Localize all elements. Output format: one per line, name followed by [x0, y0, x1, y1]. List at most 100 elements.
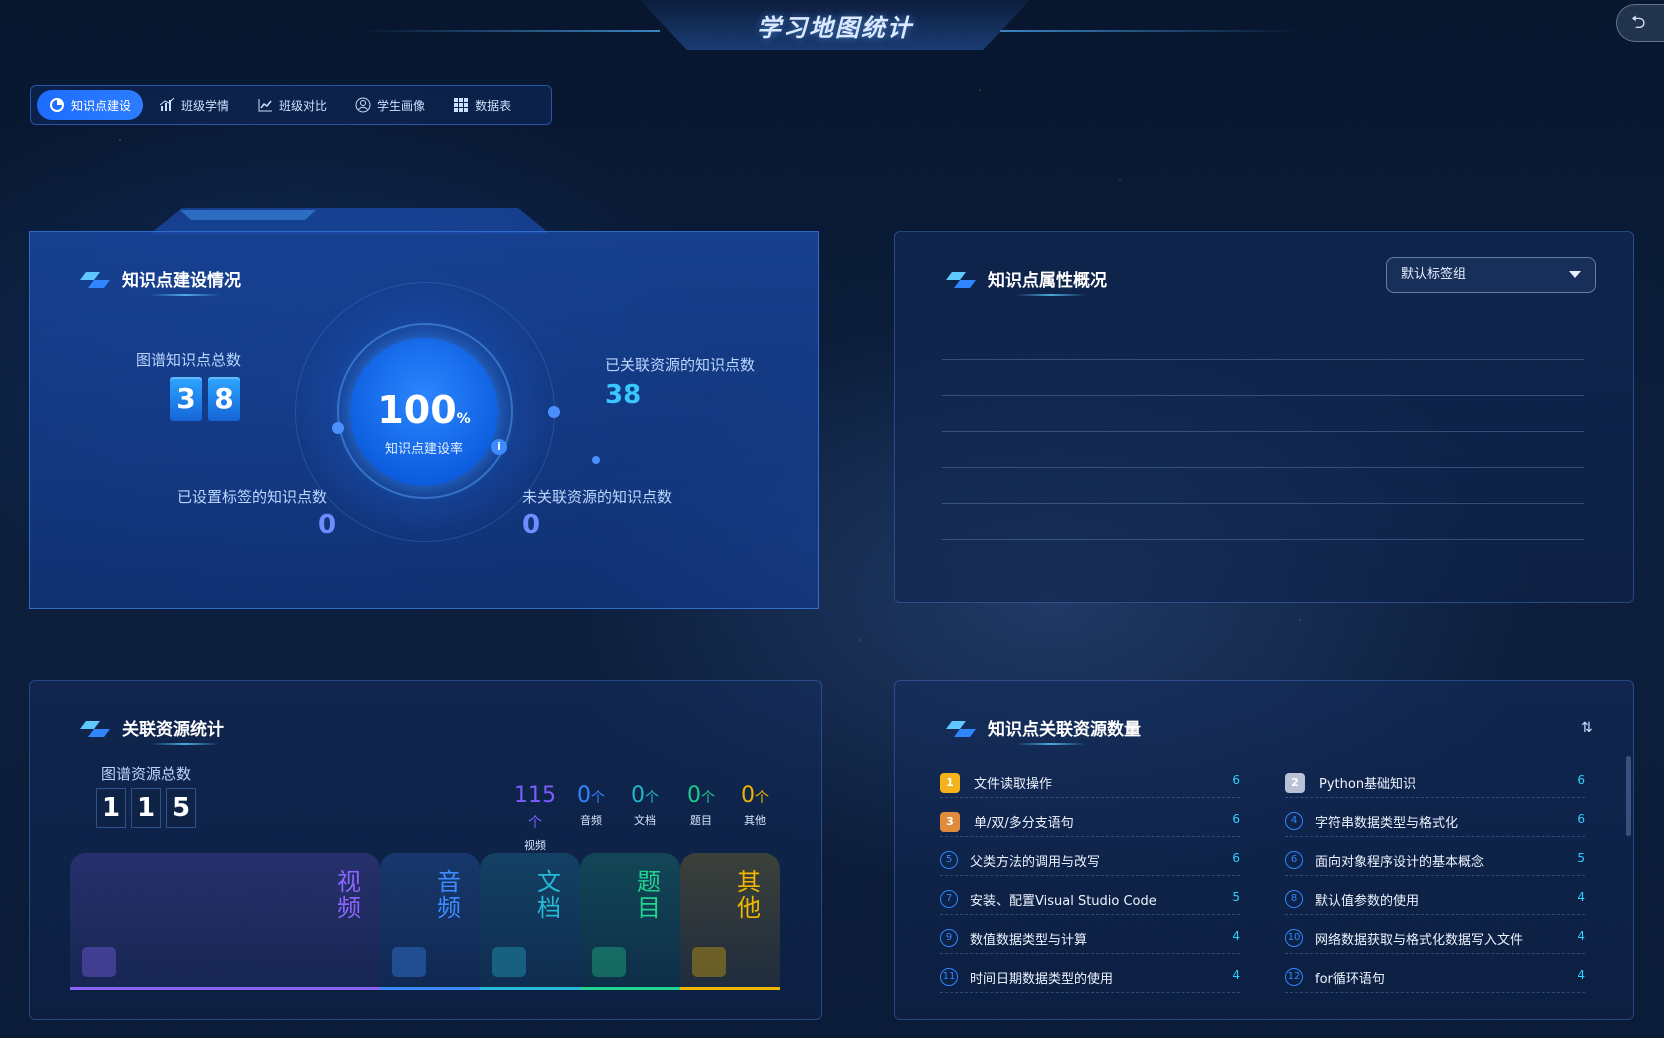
resource-stat-value: 0个 [577, 783, 605, 808]
grid-line [942, 539, 1584, 540]
total-resources-label: 图谱资源总数 [101, 765, 192, 783]
ranking-item-name: 字符串数据类型与格式化 [1315, 816, 1459, 831]
ranking-item[interactable]: 6 面向对象程序设计的基本概念 5 [1285, 848, 1585, 876]
linked-knowledge-value: 38 [605, 380, 642, 410]
orbit-dot [332, 422, 344, 434]
tab-data-table[interactable]: 数据表 [441, 90, 523, 120]
chevron-down-icon [1569, 271, 1581, 278]
ranking-item-name: 默认值参数的使用 [1315, 894, 1420, 909]
resource-card-name: 其他 [737, 868, 761, 922]
total-knowledge-label: 图谱知识点总数 [136, 351, 242, 369]
resource-stat-label: 文档 [634, 814, 656, 827]
resource-card-icon [82, 947, 116, 977]
pie-icon [50, 98, 64, 112]
unlinked-knowledge-label: 未关联资源的知识点数 [522, 488, 673, 506]
ranking-item[interactable]: 9 数值数据类型与计算 4 [940, 926, 1240, 954]
resource-stat-label: 视频 [524, 839, 546, 852]
panel-title-text: 知识点关联资源数量 [988, 720, 1141, 740]
panel-title-text: 知识点建设情况 [122, 271, 241, 291]
panel-title-icon [80, 268, 112, 290]
panel-title-text: 关联资源统计 [122, 720, 224, 740]
back-button[interactable]: ⮌ [1616, 4, 1664, 42]
digit: 3 [170, 377, 202, 421]
tab-class-learning[interactable]: 班级学情 [147, 90, 241, 120]
ranking-item[interactable]: 4 字符串数据类型与格式化 6 [1285, 809, 1585, 837]
grid-line [942, 359, 1584, 360]
tab-class-compare[interactable]: 班级对比 [245, 90, 339, 120]
title-underline [150, 743, 220, 745]
rank-badge: 1 [940, 773, 960, 793]
resource-stat-label: 题目 [690, 814, 712, 827]
resource-stat-label: 音频 [580, 814, 602, 827]
resource-card-name: 题目 [637, 868, 661, 922]
page-title: 学习地图统计 [757, 14, 913, 42]
tab-label: 知识点建设 [71, 98, 132, 113]
ranking-item[interactable]: 11 时间日期数据类型的使用 4 [940, 965, 1240, 993]
knowledge-resource-ranking-title: 知识点关联资源数量 [946, 715, 1141, 740]
knowledge-attributes-title: 知识点属性概况 [946, 266, 1107, 291]
ranking-scrollbar[interactable] [1626, 756, 1631, 836]
user-circle-icon [355, 97, 371, 113]
ranking-item-name: 时间日期数据类型的使用 [970, 972, 1114, 987]
ranking-item-count: 6 [1232, 812, 1240, 826]
resource-card-underline [70, 987, 380, 990]
resource-card-icon [692, 947, 726, 977]
resource-card-icon [492, 947, 526, 977]
resource-card-name: 视频 [337, 868, 361, 922]
info-icon[interactable]: i [491, 439, 507, 455]
ranking-item[interactable]: 2 Python基础知识 6 [1285, 770, 1585, 798]
tab-knowledge-build[interactable]: 知识点建设 [37, 90, 144, 120]
ranking-item-count: 4 [1232, 929, 1240, 943]
ranking-item-name: 面向对象程序设计的基本概念 [1315, 855, 1485, 870]
ranking-item[interactable]: 5 父类方法的调用与改写 6 [940, 848, 1240, 876]
ranking-item[interactable]: 10 网络数据获取与格式化数据写入文件 4 [1285, 926, 1585, 954]
resource-stat-value: 0个 [631, 783, 659, 808]
rank-badge: 8 [1285, 890, 1303, 908]
title-underline [1016, 294, 1086, 296]
panel-title-icon [946, 717, 978, 739]
ranking-item-name: for循环语句 [1315, 972, 1385, 987]
total-knowledge-digits: 38 [170, 377, 246, 421]
unlinked-knowledge-value: 0 [522, 510, 541, 540]
ranking-item[interactable]: 3 单/双/多分支语句 6 [940, 809, 1240, 837]
ranking-item-name: 网络数据获取与格式化数据写入文件 [1315, 933, 1524, 948]
tag-group-select[interactable]: 默认标签组 [1386, 257, 1596, 293]
resource-stat: 115个 视频 [510, 783, 560, 853]
build-rate-label: 知识点建设率 [384, 442, 463, 457]
ranking-item[interactable]: 7 安装、配置Visual Studio Code 5 [940, 887, 1240, 915]
back-icon: ⮌ [1631, 12, 1646, 33]
ranking-item-count: 4 [1232, 968, 1240, 982]
resource-card-name: 音频 [437, 868, 461, 922]
ranking-item-name: Python基础知识 [1319, 777, 1417, 792]
top-header: 学习地图统计 ⮌ [0, 0, 1664, 60]
digit: 1 [131, 788, 161, 828]
sort-icon[interactable]: ⇅ [1581, 720, 1597, 736]
resource-card-name: 文档 [537, 868, 561, 922]
ranking-item[interactable]: 12 for循环语句 4 [1285, 965, 1585, 993]
resource-stat: 0个 题目 [676, 783, 726, 828]
ranking-item[interactable]: 1 文件读取操作 6 [940, 770, 1240, 798]
rank-badge: 4 [1285, 812, 1303, 830]
ranking-item-name: 安装、配置Visual Studio Code [970, 894, 1157, 909]
tab-student-profile[interactable]: 学生画像 [343, 90, 437, 120]
rank-badge: 6 [1285, 851, 1303, 869]
rank-badge: 3 [940, 812, 960, 832]
select-value: 默认标签组 [1401, 267, 1467, 282]
ranking-item[interactable]: 8 默认值参数的使用 4 [1285, 887, 1585, 915]
ranking-item-count: 6 [1232, 851, 1240, 865]
rank-badge: 12 [1285, 968, 1303, 986]
ranking-item-count: 6 [1232, 773, 1240, 787]
rank-badge: 7 [940, 890, 958, 908]
grid-line [942, 467, 1584, 468]
ranking-item-count: 5 [1232, 890, 1240, 904]
panel-title-text: 知识点属性概况 [988, 271, 1107, 291]
ranking-item-name: 文件读取操作 [974, 777, 1053, 792]
resource-card-underline [580, 987, 680, 990]
grid-line [942, 503, 1584, 504]
resource-card-icon [592, 947, 626, 977]
resource-card: 题目 [580, 853, 680, 989]
ranking-item-count: 4 [1577, 968, 1585, 982]
ranking-item-count: 5 [1577, 851, 1585, 865]
grid-line [942, 395, 1584, 396]
rank-badge: 10 [1285, 929, 1303, 947]
